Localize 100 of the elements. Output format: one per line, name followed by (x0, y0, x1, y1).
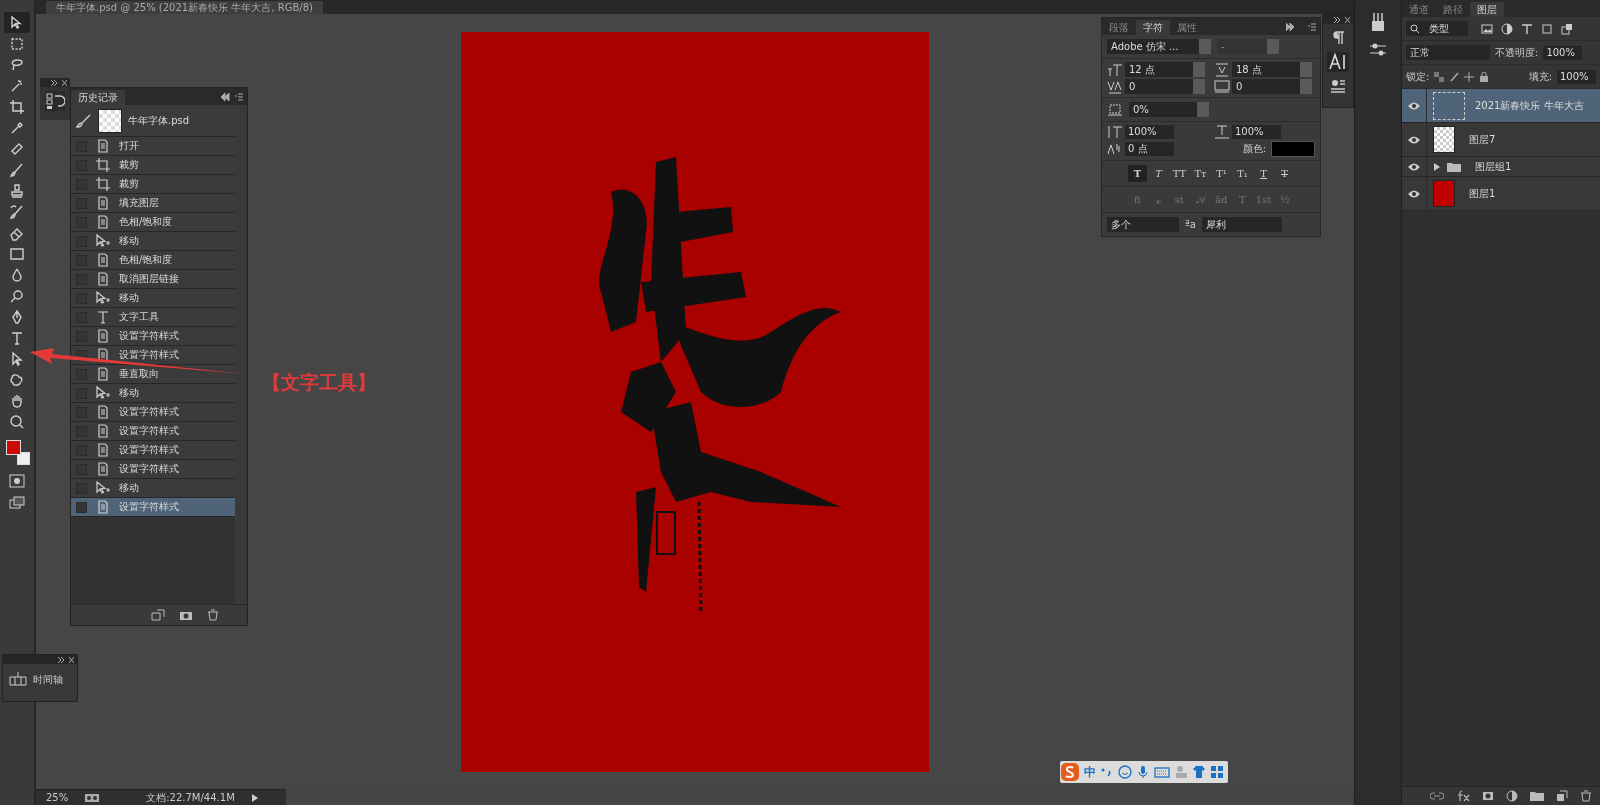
text-color-swatch[interactable] (1271, 141, 1315, 157)
horizontal-scale-field[interactable]: 100% (1232, 125, 1281, 139)
brushes-icon[interactable] (1369, 12, 1387, 32)
panel-controls-icon[interactable] (57, 656, 77, 663)
panel-controls-icon[interactable] (1333, 16, 1353, 23)
arrow-tool[interactable] (4, 12, 30, 33)
document-tab[interactable]: 牛年字体.psd @ 25% (2021新春快乐 牛年大吉, RGB/8) (46, 1, 323, 14)
snapshot-label[interactable]: 牛年字体.psd (128, 113, 190, 128)
input-mode-toggle[interactable]: 中 (1084, 763, 1096, 781)
baseline-shift-field[interactable]: 0 点 (1125, 142, 1174, 156)
text-style-button[interactable]: T₁ (1233, 165, 1252, 182)
shirt-icon[interactable] (1192, 765, 1206, 779)
expand-arrow-icon[interactable] (1433, 162, 1441, 171)
tsume-dropdown[interactable]: 0% (1129, 102, 1209, 117)
ime-logo-icon[interactable] (1060, 762, 1080, 782)
sliders-icon[interactable] (1369, 42, 1387, 58)
history-state[interactable]: 色相/饱和度 (71, 251, 235, 270)
layer-row[interactable]: 图层组1 (1402, 157, 1600, 177)
tracking-dropdown[interactable]: 0 (1232, 79, 1312, 94)
font-size-dropdown[interactable]: 12 点 (1125, 62, 1205, 77)
panel-menu-icon[interactable] (221, 93, 243, 101)
history-state[interactable]: 移动 (71, 232, 235, 251)
foreground-color-swatch[interactable] (6, 440, 21, 455)
fx-icon[interactable] (1456, 790, 1470, 802)
history-state[interactable]: 设置字符样式 (71, 441, 235, 460)
history-state[interactable]: 设置字符样式 (71, 422, 235, 441)
panel-tab[interactable]: 路径 (1436, 2, 1470, 17)
eye-icon[interactable] (1407, 188, 1421, 199)
history-state[interactable]: 取消图层链接 (71, 270, 235, 289)
kerning-dropdown[interactable]: 0 (1125, 79, 1205, 94)
snapshot-source-checkbox[interactable] (76, 501, 87, 513)
eye-icon[interactable] (1407, 161, 1421, 172)
history-state[interactable]: 移动 (71, 289, 235, 308)
image-filter-icon[interactable] (1481, 22, 1493, 35)
checker-icon[interactable] (1434, 71, 1445, 82)
shape-filter-icon[interactable] (1541, 22, 1553, 35)
history-icon[interactable] (45, 91, 65, 111)
character-icon[interactable] (1327, 52, 1349, 72)
opacity-field[interactable]: 100% (1543, 45, 1583, 60)
text-style-button[interactable]: TT (1170, 165, 1189, 182)
text-style-button[interactable]: T (1254, 165, 1273, 182)
screen-mode-icon[interactable] (9, 496, 25, 510)
text-style-button[interactable]: T¹ (1212, 165, 1231, 182)
lock-icon[interactable] (1479, 71, 1490, 82)
panel-tab[interactable]: 段落 (1102, 20, 1136, 35)
timeline-button[interactable]: 时间轴 (3, 664, 77, 696)
trash-icon[interactable] (207, 609, 219, 621)
grid-icon[interactable] (1210, 765, 1224, 779)
history-state[interactable]: 裁剪 (71, 156, 235, 175)
pilcrow-icon[interactable] (1330, 30, 1346, 46)
text-style-button[interactable]: T (1128, 165, 1147, 182)
history-state[interactable]: 填充图层 (71, 194, 235, 213)
layer-row[interactable]: 2021新春快乐 牛年大吉 (1402, 89, 1600, 123)
new-layer-icon[interactable] (1556, 790, 1568, 802)
camera-icon[interactable] (179, 609, 193, 621)
brush-icon[interactable] (1449, 71, 1460, 82)
history-state[interactable]: 设置字符样式 (71, 403, 235, 422)
folder-icon[interactable] (1530, 790, 1544, 802)
quick-mask-icon[interactable] (9, 474, 25, 488)
vertical-scale-field[interactable]: 100% (1125, 125, 1174, 139)
history-state[interactable]: 色相/饱和度 (71, 213, 235, 232)
smiley-icon[interactable] (1118, 765, 1132, 779)
play-icon[interactable] (250, 792, 259, 803)
panel-tab[interactable]: 字符 (1136, 20, 1170, 35)
history-state[interactable]: 设置字符样式 (71, 498, 235, 517)
history-state[interactable]: 移动 (71, 384, 235, 403)
text-style-button[interactable]: Tт (1191, 165, 1210, 182)
font-style-dropdown[interactable]: - (1217, 39, 1279, 54)
fill-field[interactable]: 100% (1557, 69, 1596, 84)
history-state[interactable]: 设置字符样式 (71, 327, 235, 346)
properties-icon[interactable] (1330, 78, 1346, 94)
leading-dropdown[interactable]: 18 点 (1232, 62, 1312, 77)
zoom-level[interactable]: 25% (46, 792, 69, 803)
history-state[interactable]: 移动 (71, 479, 235, 498)
microphone-icon[interactable] (1136, 765, 1150, 779)
background-color-swatch[interactable] (17, 452, 30, 465)
history-state[interactable]: 打开 (71, 137, 235, 156)
adjustment-filter-icon[interactable] (1501, 22, 1513, 35)
text-style-button[interactable]: T (1149, 165, 1168, 182)
panel-tab[interactable]: 通道 (1402, 2, 1436, 17)
layer-row[interactable]: 图层1 (1402, 177, 1600, 211)
move-cross-icon[interactable] (1464, 71, 1475, 82)
history-state[interactable]: 文字工具 (71, 308, 235, 327)
panel-menu-icon[interactable] (1286, 23, 1316, 31)
eye-icon[interactable] (1407, 134, 1421, 145)
panel-tab[interactable]: 属性 (1170, 20, 1204, 35)
type-filter-icon[interactable] (1521, 22, 1533, 35)
adjustment-icon[interactable] (1506, 790, 1518, 802)
link-icon[interactable] (1430, 791, 1444, 801)
font-family-dropdown[interactable]: Adobe 仿宋 ... (1107, 39, 1211, 54)
eye-icon[interactable] (1407, 100, 1421, 111)
layer-row[interactable]: 图层7 (1402, 123, 1600, 157)
new-document-icon[interactable] (151, 609, 165, 621)
trash-icon[interactable] (1580, 790, 1592, 802)
smart-object-filter-icon[interactable] (1561, 22, 1573, 35)
history-state[interactable]: 设置字符样式 (71, 460, 235, 479)
history-state[interactable]: 裁剪 (71, 175, 235, 194)
panel-tab[interactable]: 历史记录 (71, 90, 125, 105)
panel-controls-icon[interactable] (50, 79, 70, 86)
text-style-button[interactable]: T (1275, 165, 1294, 182)
